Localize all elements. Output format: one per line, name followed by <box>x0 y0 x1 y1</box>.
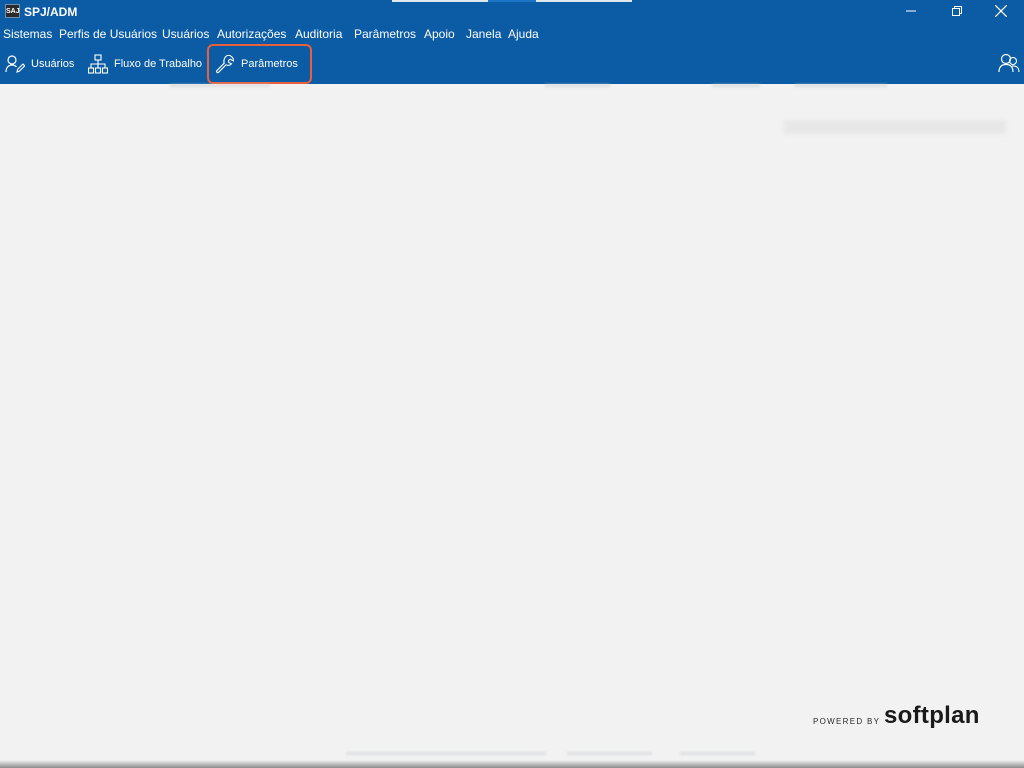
softplan-logo: softplan <box>884 702 980 729</box>
faded-background-text <box>545 84 610 87</box>
faded-background-text <box>346 752 546 755</box>
bottom-edge-shadow <box>0 760 1024 768</box>
menu-autorizacoes[interactable]: Autorizações <box>217 27 286 41</box>
faded-background-text <box>567 752 652 755</box>
parametros-highlight-frame <box>207 44 312 84</box>
close-icon <box>995 5 1007 17</box>
menu-parametros[interactable]: Parâmetros <box>354 27 416 41</box>
menu-usuarios[interactable]: Usuários <box>162 27 209 41</box>
app-logo-icon: SAJ <box>5 4 20 18</box>
faded-background-text <box>795 84 887 87</box>
restore-button[interactable] <box>934 0 980 22</box>
minimize-icon <box>906 10 916 12</box>
workflow-icon <box>88 54 108 74</box>
menu-perfis-de-usuarios[interactable]: Perfis de Usuários <box>59 27 157 41</box>
tab-strip-right <box>536 0 632 2</box>
close-button[interactable] <box>978 0 1024 22</box>
user-edit-icon <box>5 55 25 73</box>
faded-background-text <box>170 84 270 87</box>
faded-background-field <box>784 120 1006 134</box>
menu-janela[interactable]: Janela <box>466 27 501 41</box>
faded-background-text <box>712 84 760 87</box>
tab-strip-active <box>488 0 536 2</box>
users-icon[interactable] <box>998 52 1020 74</box>
toolbar-usuarios-button[interactable]: Usuários <box>5 44 74 84</box>
faded-background-text <box>680 752 755 755</box>
toolbar-fluxo-de-trabalho-label: Fluxo de Trabalho <box>114 58 203 70</box>
minimize-button[interactable] <box>888 0 934 22</box>
restore-icon <box>952 6 962 16</box>
toolbar: Usuários Fluxo de Trabalho Parâmetros <box>0 44 1024 84</box>
menu-auditoria[interactable]: Auditoria <box>295 27 342 41</box>
powered-by-label: POWERED BY <box>813 717 881 726</box>
toolbar-fluxo-de-trabalho-button[interactable]: Fluxo de Trabalho <box>88 44 202 84</box>
main-workspace: POWERED BY softplan <box>0 84 1024 768</box>
menu-ajuda[interactable]: Ajuda <box>508 27 539 41</box>
toolbar-usuarios-label: Usuários <box>31 58 75 70</box>
tab-strip-left <box>392 0 488 2</box>
window-title: SPJ/ADM <box>24 5 78 19</box>
menu-bar: Sistemas Perfis de Usuários Usuários Aut… <box>0 24 1024 44</box>
menu-sistemas[interactable]: Sistemas <box>3 27 52 41</box>
menu-apoio[interactable]: Apoio <box>424 27 455 41</box>
title-bar: SAJ SPJ/ADM <box>0 0 1024 24</box>
